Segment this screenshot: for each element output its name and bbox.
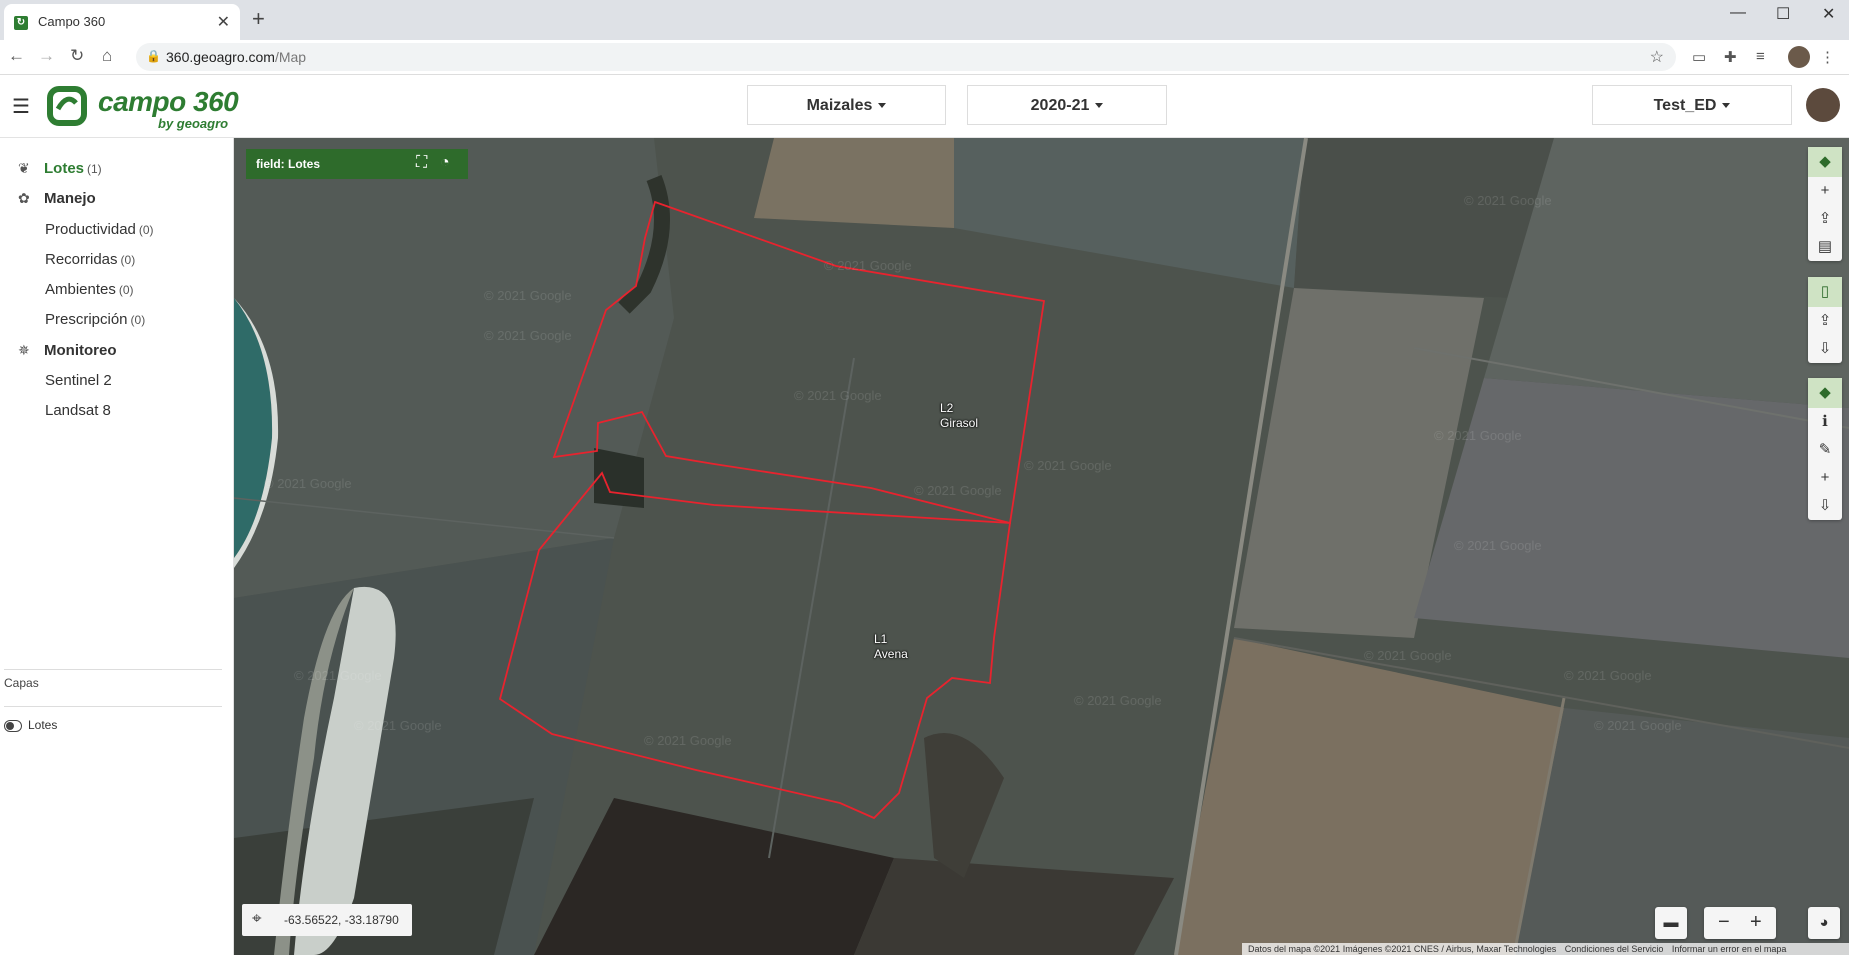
tab-close-icon[interactable]: ✕ bbox=[217, 12, 230, 32]
coordinates-text: -63.56522, -33.18790 bbox=[284, 913, 399, 927]
mobile-controls: ▯ ⇪ ⇩ bbox=[1808, 277, 1842, 363]
upload-icon[interactable]: ⇪ bbox=[1808, 307, 1842, 335]
browser-tabbar: ↻ Campo 360 ✕ + — ☐ ✕ bbox=[0, 0, 1849, 40]
sidebar-item-monitoreo[interactable]: ✵ Monitoreo bbox=[18, 342, 117, 359]
window-close-icon[interactable]: ✕ bbox=[1822, 4, 1835, 24]
ruler-icon[interactable]: ▬ bbox=[1655, 907, 1687, 939]
season-dropdown[interactable]: 2020-21 bbox=[967, 85, 1167, 125]
plot-label-l2[interactable]: L2 Girasol bbox=[940, 401, 978, 431]
layer-controls-1: ◆ + ⇪ ▤ bbox=[1808, 147, 1842, 261]
capas-title: Capas bbox=[4, 676, 39, 690]
map[interactable]: field: Lotes ⛶ ◔ L2 Girasol L1 Avena ◆ +… bbox=[234, 138, 1849, 955]
zoom-in-button[interactable]: + bbox=[1750, 911, 1762, 934]
palette-icon[interactable]: ◔ bbox=[440, 154, 450, 172]
sidebar-item-ambientes[interactable]: Ambientes (0) bbox=[45, 281, 134, 298]
fullscreen-icon[interactable]: ⛶ bbox=[416, 154, 427, 172]
sidebar: ❦ Lotes (1) ✿ Manejo Productividad (0) Recor… bbox=[0, 138, 234, 955]
info-icon[interactable]: ℹ bbox=[1808, 408, 1842, 436]
sidebar-item-recorridas[interactable]: Recorridas (0) bbox=[45, 251, 135, 268]
browser-tab[interactable]: ↻ Campo 360 ✕ bbox=[4, 4, 240, 40]
layers-icon[interactable]: ◆ bbox=[1808, 378, 1842, 408]
url-text: 360.geoagro.com/Map bbox=[166, 49, 307, 65]
sidebar-item-manejo[interactable]: ✿ Manejo bbox=[18, 190, 96, 207]
edit-icon[interactable]: ✎ bbox=[1808, 436, 1842, 464]
divider bbox=[4, 669, 222, 670]
user-dropdown[interactable]: Test_ED bbox=[1592, 85, 1792, 125]
campo360-logo-icon bbox=[47, 86, 87, 126]
home-icon[interactable]: ⌂ bbox=[102, 46, 112, 66]
new-tab-button[interactable]: + bbox=[252, 6, 265, 32]
browser-toolbar: ← → ↻ ⌂ 🔒 360.geoagro.com/Map ☆ ▭ ✚ ≡ ⋮ bbox=[0, 40, 1849, 75]
sidebar-item-productividad[interactable]: Productividad (0) bbox=[45, 221, 154, 238]
mobile-icon[interactable]: ▯ bbox=[1808, 277, 1842, 307]
sidebar-item-lotes[interactable]: ❦ Lotes (1) bbox=[18, 160, 102, 177]
menu-icon[interactable]: ⋮ bbox=[1820, 48, 1835, 66]
back-icon[interactable]: ← bbox=[8, 46, 25, 66]
divider bbox=[4, 706, 222, 707]
field-layer-title: field: Lotes bbox=[256, 157, 321, 171]
add-icon[interactable]: + bbox=[1808, 464, 1842, 492]
chevron-down-icon bbox=[1722, 103, 1731, 109]
plot-label-l1[interactable]: L1 Avena bbox=[874, 632, 908, 662]
zoom-controls: − + bbox=[1704, 907, 1776, 939]
layer-toggle[interactable] bbox=[4, 719, 22, 732]
user-avatar[interactable] bbox=[1806, 88, 1840, 122]
url-bar[interactable]: 🔒 360.geoagro.com/Map ☆ bbox=[136, 43, 1676, 71]
minimize-icon[interactable]: — bbox=[1730, 4, 1746, 22]
chevron-down-icon bbox=[1095, 103, 1104, 109]
lock-icon: 🔒 bbox=[146, 49, 161, 63]
tab-title: Campo 360 bbox=[38, 14, 106, 29]
app-header: ☰ campo 360 by geoagro Maizales 2020-21 … bbox=[0, 75, 1849, 138]
logo-subtitle: by geoagro bbox=[158, 116, 229, 131]
favicon-icon: ↻ bbox=[14, 16, 28, 30]
add-icon[interactable]: + bbox=[1808, 177, 1842, 205]
media-icon[interactable]: ≡ bbox=[1756, 48, 1765, 65]
sprout-icon: ❦ bbox=[18, 160, 30, 176]
chevron-down-icon bbox=[878, 103, 887, 109]
satellite-imagery bbox=[234, 138, 1849, 955]
map-attribution: Datos del mapa ©2021 Imágenes ©2021 CNES… bbox=[1242, 943, 1849, 955]
layer-controls-2: ◆ ℹ ✎ + ⇩ bbox=[1808, 378, 1842, 520]
logo-text: campo 360 bbox=[98, 86, 239, 117]
document-icon[interactable]: ▤ bbox=[1808, 233, 1842, 261]
bookmark-star-icon[interactable]: ☆ bbox=[1650, 47, 1664, 67]
layer-lotes[interactable]: Lotes bbox=[4, 718, 57, 732]
campo-dropdown[interactable]: Maizales bbox=[747, 85, 946, 125]
upload-icon[interactable]: ⇪ bbox=[1808, 205, 1842, 233]
maximize-icon[interactable]: ☐ bbox=[1776, 4, 1790, 24]
basemap-palette-icon[interactable]: ◕ bbox=[1808, 907, 1840, 939]
profile-avatar[interactable] bbox=[1788, 46, 1810, 68]
extensions-icon[interactable]: ✚ bbox=[1724, 48, 1737, 66]
terms-link[interactable]: Condiciones del Servicio bbox=[1565, 944, 1664, 954]
reload-icon[interactable]: ↻ bbox=[70, 46, 84, 66]
report-error-link[interactable]: Informar un error en el mapa bbox=[1672, 944, 1787, 954]
coordinates-box: ⌖ -63.56522, -33.18790 bbox=[242, 904, 412, 936]
sidebar-item-landsat8[interactable]: Landsat 8 bbox=[45, 402, 111, 419]
forward-icon[interactable]: → bbox=[38, 46, 55, 66]
hamburger-icon[interactable]: ☰ bbox=[12, 94, 30, 119]
layers-icon[interactable]: ◆ bbox=[1808, 147, 1842, 177]
cast-icon[interactable]: ▭ bbox=[1692, 48, 1706, 66]
zoom-out-button[interactable]: − bbox=[1718, 911, 1730, 934]
field-layer-bar: field: Lotes ⛶ ◔ bbox=[246, 149, 468, 179]
download-icon[interactable]: ⇩ bbox=[1808, 492, 1842, 520]
download-icon[interactable]: ⇩ bbox=[1808, 335, 1842, 363]
crosshair-icon[interactable]: ⌖ bbox=[252, 909, 262, 929]
satellite-icon: ✵ bbox=[18, 342, 30, 358]
sidebar-item-sentinel2[interactable]: Sentinel 2 bbox=[45, 372, 112, 389]
plant-hand-icon: ✿ bbox=[18, 190, 30, 206]
sidebar-item-prescripcion[interactable]: Prescripción (0) bbox=[45, 311, 145, 328]
